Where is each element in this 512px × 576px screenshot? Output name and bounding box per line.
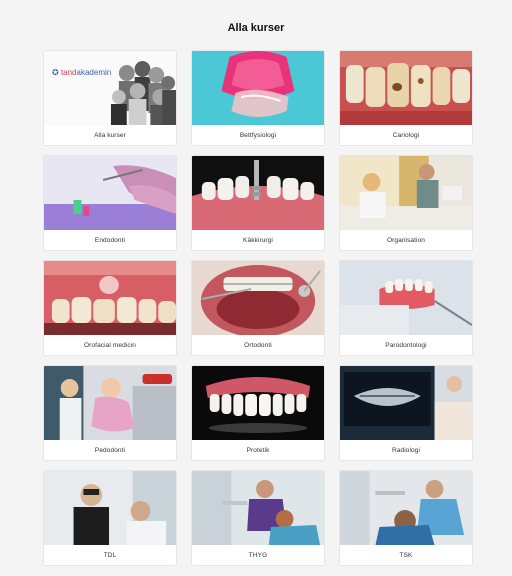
course-label: Pedodonti <box>94 446 126 454</box>
course-label: TSK <box>399 551 413 559</box>
xray-photo <box>340 366 472 440</box>
night-guard-photo <box>192 51 324 125</box>
hygienist-photo <box>192 471 324 545</box>
course-card-kakkirurgi[interactable]: Käkkirurgi <box>191 155 325 251</box>
course-label: Endodonti <box>94 236 126 244</box>
course-card-protetik[interactable]: Protetik <box>191 365 325 461</box>
course-label: Bettfysiologi <box>239 131 277 139</box>
dental-implant-photo <box>192 156 324 230</box>
decayed-teeth-photo <box>340 51 472 125</box>
dentist-patient-photo <box>44 471 176 545</box>
course-label: Radiologi <box>391 446 420 454</box>
course-label: Orofacial medicin <box>84 341 136 349</box>
child-patient-photo <box>44 366 176 440</box>
course-label: Parodontologi <box>385 341 427 349</box>
assistant-photo <box>340 471 472 545</box>
course-card-endodonti[interactable]: Endodonti <box>43 155 177 251</box>
course-label: Organisation <box>386 236 426 244</box>
course-card-tsk[interactable]: TSK <box>339 470 473 566</box>
denture-photo <box>192 366 324 440</box>
course-card-orofacial-medicin[interactable]: Orofacial medicin <box>43 260 177 356</box>
page-title: Alla kurser <box>227 22 285 34</box>
group-photo-logo: ✪ tandakademin <box>44 51 176 125</box>
course-label: TDL <box>103 551 117 559</box>
course-label: Protetik <box>246 446 270 454</box>
braces-photo <box>192 261 324 335</box>
course-label: THYG <box>248 551 268 559</box>
course-grid: ✪ tandakademin Alla kurser Bettfysiologi <box>43 50 473 566</box>
course-label: Cariologi <box>392 131 420 139</box>
course-card-ortodonti[interactable]: Ortodonti <box>191 260 325 356</box>
logo-icon: ✪ <box>52 68 59 77</box>
course-card-parodontologi[interactable]: Parodontologi <box>339 260 473 356</box>
course-card-thyg[interactable]: THYG <box>191 470 325 566</box>
course-card-alla-kurser[interactable]: ✪ tandakademin Alla kurser <box>43 50 177 146</box>
dental-model-photo <box>340 261 472 335</box>
course-card-cariologi[interactable]: Cariologi <box>339 50 473 146</box>
course-card-radiologi[interactable]: Radiologi <box>339 365 473 461</box>
course-label: Alla kurser <box>94 131 126 139</box>
course-card-tdl[interactable]: TDL <box>43 470 177 566</box>
course-label: Ortodonti <box>244 341 272 349</box>
reception-photo <box>340 156 472 230</box>
course-card-bettfysiologi[interactable]: Bettfysiologi <box>191 50 325 146</box>
course-card-pedodonti[interactable]: Pedodonti <box>43 365 177 461</box>
root-canal-photo <box>44 156 176 230</box>
tandakademin-logo: ✪ tandakademin <box>52 68 112 77</box>
course-label: Käkkirurgi <box>243 236 273 244</box>
gum-lesion-photo <box>44 261 176 335</box>
course-card-organisation[interactable]: Organisation <box>339 155 473 251</box>
